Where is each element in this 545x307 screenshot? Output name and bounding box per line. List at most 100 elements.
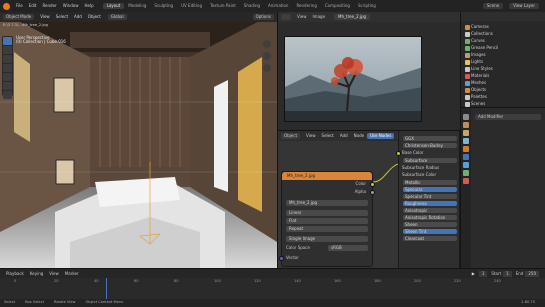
timeline-menu-view[interactable]: View	[46, 271, 62, 276]
viewport-menu-select[interactable]: Select	[53, 15, 71, 19]
subsurface-slider[interactable]: Subsurface	[403, 158, 457, 163]
image-selector[interactable]: Mh_tree_2.jpg	[334, 14, 371, 20]
select-tool-icon[interactable]	[3, 37, 12, 45]
menu-file[interactable]: File	[13, 4, 26, 8]
blender-logo-icon[interactable]	[3, 2, 10, 10]
image-editor-header: View Image Mh_tree_2.jpg	[278, 12, 461, 22]
output-tab-icon[interactable]	[463, 130, 469, 136]
subsurface-method-dropdown[interactable]: Christensen-Burley	[403, 143, 457, 148]
viewport-menu-add[interactable]: Add	[71, 15, 85, 19]
distribution-dropdown[interactable]: GGX	[403, 136, 457, 141]
base-color-socket[interactable]	[396, 151, 401, 156]
tab-rendering[interactable]: Rendering	[292, 3, 320, 9]
datablock-icon	[465, 31, 470, 37]
extension-dropdown[interactable]: Repeat	[286, 226, 368, 232]
metallic-slider[interactable]: Metallic	[403, 180, 457, 185]
specular-slider[interactable]: Specular	[403, 187, 457, 192]
start-frame-field[interactable]: 1	[503, 270, 512, 277]
end-frame-field[interactable]: 250	[525, 270, 539, 277]
annotate-tool-icon[interactable]	[3, 91, 12, 99]
timeline-menu-marker[interactable]: Marker	[62, 271, 82, 276]
3d-viewport[interactable]: Object Mode View Select Add Object Globa…	[0, 12, 277, 268]
menu-help[interactable]: Help	[81, 4, 96, 8]
clearcoat-slider[interactable]: Clearcoat	[403, 236, 457, 241]
zoom-icon[interactable]	[263, 40, 271, 48]
tab-scripting[interactable]: Scripting	[354, 3, 380, 9]
image-preview	[284, 36, 422, 122]
orientation-selector[interactable]: Global	[107, 14, 127, 20]
tab-compositing[interactable]: Compositing	[321, 3, 354, 9]
material-tab-icon[interactable]	[463, 178, 469, 184]
projection-dropdown[interactable]: Flat	[286, 218, 368, 224]
tab-layout[interactable]: Layout	[102, 3, 125, 9]
image-editor[interactable]: View Image Mh_tree_2.jpg	[277, 12, 461, 130]
image-menu-image[interactable]: Image	[310, 15, 329, 19]
transform-tool-icon[interactable]	[3, 82, 12, 90]
render-tab-icon[interactable]	[463, 122, 469, 128]
scene-selector[interactable]: Scene	[482, 3, 504, 9]
status-box-select: Box Select	[25, 300, 45, 305]
tab-modeling[interactable]: Modeling	[124, 3, 150, 9]
vector-input-socket[interactable]	[279, 256, 284, 261]
move-tool-icon[interactable]	[3, 55, 12, 63]
scene-tab-icon[interactable]	[463, 138, 469, 144]
sheen-slider[interactable]: Sheen	[403, 222, 457, 227]
tab-shading[interactable]: Shading	[240, 3, 264, 9]
scale-tool-icon[interactable]	[3, 73, 12, 81]
color-output-socket[interactable]	[370, 182, 375, 187]
timeline-menu-playback[interactable]: Playback	[3, 271, 27, 276]
data-tab-icon[interactable]	[463, 170, 469, 176]
image-menu-view[interactable]: View	[294, 15, 310, 19]
tool-tab-icon[interactable]	[463, 114, 469, 120]
outliner-row-label: Grease Pencil	[471, 45, 499, 50]
menu-render[interactable]: Render	[39, 4, 59, 8]
viewport-options-button[interactable]: Options	[252, 14, 274, 20]
specular-tint-slider[interactable]: Specular Tint	[403, 194, 457, 199]
view-layer-selector[interactable]: View Layer	[509, 3, 539, 9]
camera-view-icon[interactable]	[263, 64, 271, 72]
alpha-output-socket[interactable]	[370, 190, 375, 195]
image-texture-node[interactable]: Mh_tree_2.jpg Color Alpha Mh_tree_2.jpg …	[279, 171, 375, 267]
timeline[interactable]: Playback Keying View Marker ▶ 1 Start 1 …	[0, 268, 545, 300]
roughness-slider[interactable]: Roughness	[403, 201, 457, 206]
base-color-input[interactable]: Base Color	[402, 151, 423, 155]
source-dropdown[interactable]: Single Image	[286, 236, 368, 242]
principled-bsdf-node[interactable]: GGX Christensen-Burley Base Color Subsur…	[396, 131, 460, 268]
editor-type-icon[interactable]	[281, 14, 291, 20]
viewport-menu-object[interactable]: Object	[85, 15, 104, 19]
anisotropic-rotation-slider[interactable]: Anisotropic Rotation	[403, 215, 457, 220]
sheen-tint-slider[interactable]: Sheen Tint	[403, 229, 457, 234]
image-datablock-field[interactable]: Mh_tree_2.jpg	[286, 200, 368, 206]
particles-tab-icon[interactable]	[463, 162, 469, 168]
mode-selector[interactable]: Object Mode	[3, 14, 35, 20]
viewport-menu-view[interactable]: View	[37, 15, 53, 19]
timeline-menu-keying[interactable]: Keying	[27, 271, 46, 276]
tab-texture-paint[interactable]: Texture Paint	[206, 3, 240, 9]
modifier-tab-icon[interactable]	[463, 154, 469, 160]
playhead[interactable]	[106, 278, 107, 300]
menu-edit[interactable]: Edit	[26, 4, 40, 8]
outliner-row-label: Line Styles	[471, 66, 493, 71]
texture-node-title[interactable]: Mh_tree_2.jpg	[282, 172, 372, 180]
interpolation-dropdown[interactable]: Linear	[286, 210, 368, 216]
tab-animation[interactable]: Animation	[264, 3, 292, 9]
tab-sculpting[interactable]: Sculpting	[150, 3, 177, 9]
current-frame-field[interactable]: 1	[478, 270, 488, 277]
pan-icon[interactable]	[263, 52, 271, 60]
color-space-dropdown[interactable]: sRGB	[328, 245, 368, 251]
timeline-tick-label: 180	[374, 279, 381, 283]
subsurface-color-input[interactable]: Subsurface Color	[402, 173, 436, 177]
rotate-tool-icon[interactable]	[3, 64, 12, 72]
add-modifier-button[interactable]: Add Modifier	[475, 114, 541, 120]
object-tab-icon[interactable]	[463, 146, 469, 152]
menu-window[interactable]: Window	[60, 4, 82, 8]
outliner[interactable]: Cameras Collections Curves Grease Pencil Ima…	[460, 12, 545, 107]
cursor-tool-icon[interactable]	[3, 46, 12, 54]
subsurface-radius-input[interactable]: Subsurface Radius	[402, 166, 439, 170]
shader-node-editor[interactable]: Object View Select Add Node Use Nodes Sl…	[277, 130, 460, 268]
play-button-icon[interactable]: ▶	[472, 271, 475, 276]
outliner-row-label: Scenes	[471, 101, 486, 106]
anisotropic-slider[interactable]: Anisotropic	[403, 208, 457, 213]
properties-editor[interactable]: Add Modifier	[460, 107, 545, 269]
tab-uv-editing[interactable]: UV Editing	[177, 3, 206, 9]
